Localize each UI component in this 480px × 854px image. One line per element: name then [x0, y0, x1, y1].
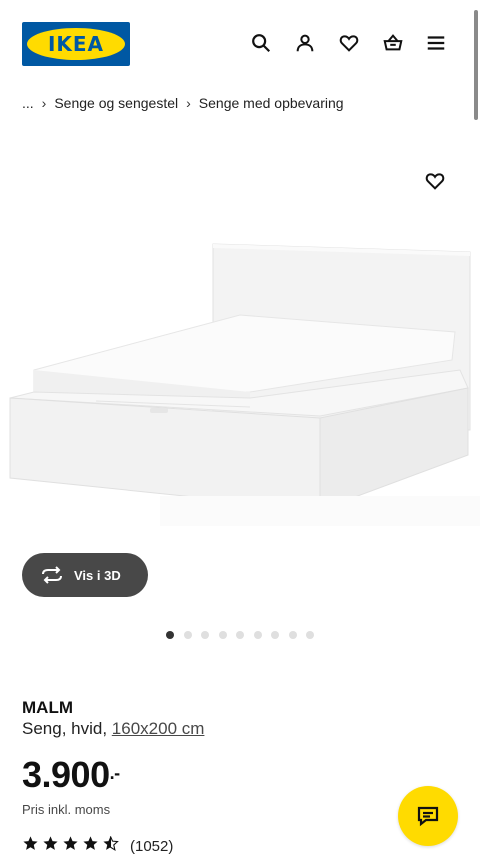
product-description: Seng, hvid, 160x200 cm [22, 719, 204, 739]
product-type: Seng, hvid, [22, 719, 108, 738]
chat-icon [417, 806, 439, 827]
rotate-3d-icon [42, 566, 62, 584]
basket-icon[interactable] [380, 30, 406, 56]
star-half-icon [103, 836, 119, 851]
gallery-dot[interactable] [306, 631, 314, 639]
gallery-dot[interactable] [236, 631, 244, 639]
gallery-pagination[interactable] [166, 631, 324, 639]
rating-stars [22, 835, 122, 854]
heart-icon[interactable] [336, 30, 362, 56]
ikea-logo[interactable]: IKEA [22, 22, 130, 66]
view-in-3d-label: Vis i 3D [74, 567, 121, 583]
menu-icon[interactable] [423, 30, 449, 56]
scrollbar[interactable] [474, 10, 478, 120]
chevron-right-icon: › [186, 95, 191, 111]
product-name: MALM [22, 698, 73, 717]
user-icon[interactable] [292, 30, 318, 56]
product-image-bed [9, 243, 480, 526]
add-to-favourites-heart-icon[interactable] [424, 170, 448, 194]
gallery-dot[interactable] [183, 631, 192, 639]
gallery-dot[interactable] [201, 631, 209, 639]
chat-button[interactable] [398, 786, 458, 846]
view-in-3d-button[interactable]: Vis i 3D [22, 553, 148, 597]
product-size-link[interactable]: 160x200 cm [112, 719, 205, 738]
product-rating[interactable]: (1052) [22, 836, 173, 854]
tax-note: Pris inkl. moms [22, 802, 111, 817]
header: IKEA [0, 0, 480, 80]
breadcrumb-ellipsis[interactable]: ... [22, 95, 34, 111]
breadcrumb-item-senge-med-opbevaring[interactable]: Senge med opbevaring [199, 95, 344, 111]
gallery-dot[interactable] [271, 631, 279, 639]
gallery-dot[interactable] [288, 631, 297, 639]
star-full-icon [23, 836, 38, 850]
gallery-dot[interactable] [218, 631, 227, 639]
gallery-dot[interactable] [253, 631, 262, 639]
star-full-icon [63, 836, 78, 850]
price-value: 3.900 [22, 754, 110, 795]
search-icon[interactable] [248, 30, 274, 56]
logo-oval: IKEA [27, 28, 125, 60]
breadcrumb: ... › Senge og sengestel › Senge med opb… [22, 93, 344, 113]
chevron-right-icon: › [41, 95, 47, 111]
product-price: 3.900.- [22, 754, 120, 796]
price-suffix: .- [109, 763, 121, 783]
gallery-dot[interactable] [166, 631, 174, 639]
star-full-icon [43, 836, 58, 850]
logo-text: IKEA [47, 32, 105, 56]
rating-count: (1052) [130, 837, 174, 854]
star-full-icon [83, 836, 98, 850]
breadcrumb-item-senge-og-sengestel[interactable]: Senge og sengestel [54, 95, 178, 111]
